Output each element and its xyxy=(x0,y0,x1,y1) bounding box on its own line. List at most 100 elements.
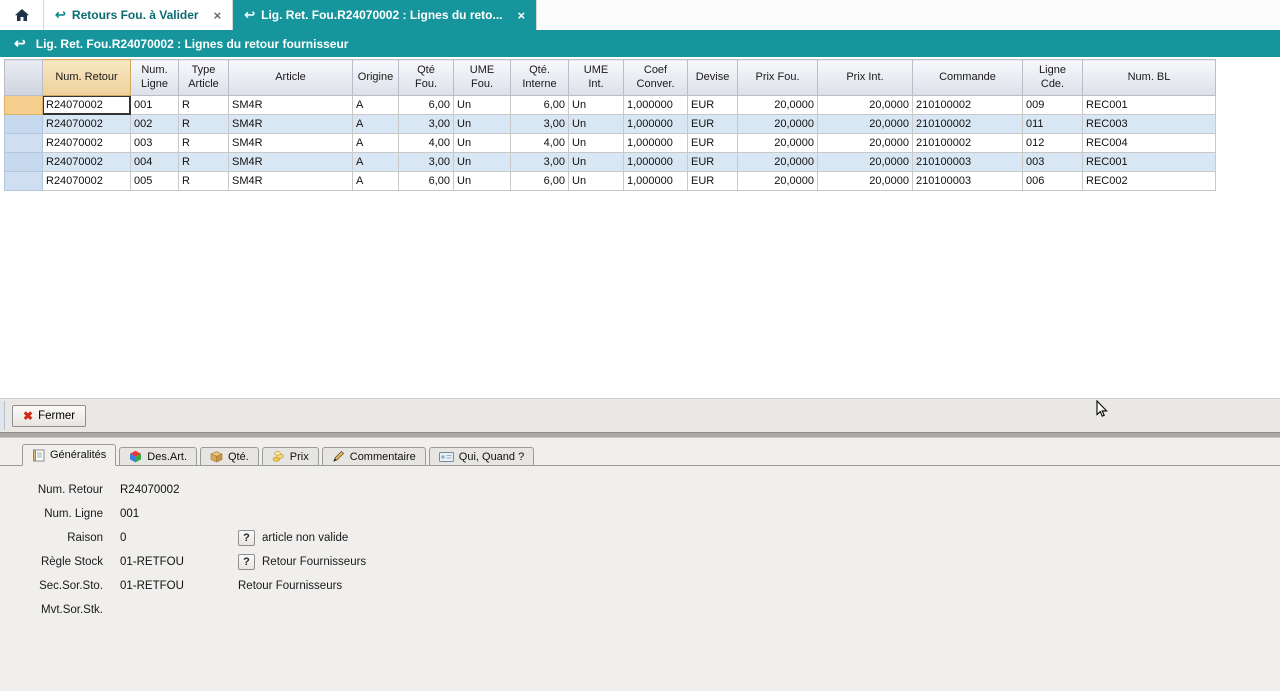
fermer-button[interactable]: ✖ Fermer xyxy=(12,405,86,427)
table-row[interactable]: R24070002004RSM4RA3,00Un3,00Un1,000000EU… xyxy=(5,153,1216,172)
cell[interactable]: A xyxy=(353,153,399,172)
cell[interactable]: SM4R xyxy=(229,153,353,172)
cell[interactable]: 003 xyxy=(131,134,179,153)
cell[interactable]: Un xyxy=(569,134,624,153)
cell[interactable]: 1,000000 xyxy=(624,153,688,172)
cell[interactable]: 3,00 xyxy=(399,153,454,172)
cell[interactable]: REC003 xyxy=(1083,115,1216,134)
cell[interactable]: Un xyxy=(454,96,511,115)
table-row[interactable]: R24070002003RSM4RA4,00Un4,00Un1,000000EU… xyxy=(5,134,1216,153)
row-selector[interactable] xyxy=(5,153,43,172)
cell[interactable]: SM4R xyxy=(229,134,353,153)
cell[interactable]: R24070002 xyxy=(43,115,131,134)
cell[interactable]: 20,0000 xyxy=(738,153,818,172)
cell[interactable]: A xyxy=(353,96,399,115)
cell[interactable]: R24070002 xyxy=(43,172,131,191)
detail-tab-des-art[interactable]: Des.Art. xyxy=(119,447,197,465)
row-selector[interactable] xyxy=(5,115,43,134)
cell[interactable]: REC002 xyxy=(1083,172,1216,191)
cell[interactable]: REC004 xyxy=(1083,134,1216,153)
cell[interactable]: R xyxy=(179,172,229,191)
cell[interactable]: 210100003 xyxy=(913,172,1023,191)
column-header-qt[interactable]: Qté. Interne xyxy=(511,60,569,96)
detail-tab-qt[interactable]: Qté. xyxy=(200,447,259,465)
cell[interactable]: 6,00 xyxy=(399,96,454,115)
cell[interactable]: R xyxy=(179,96,229,115)
cell[interactable]: 20,0000 xyxy=(738,115,818,134)
cell[interactable]: EUR xyxy=(688,172,738,191)
select-all-corner[interactable] xyxy=(5,60,43,96)
cell[interactable]: REC001 xyxy=(1083,96,1216,115)
cell[interactable]: 1,000000 xyxy=(624,172,688,191)
column-header-qt[interactable]: Qté Fou. xyxy=(399,60,454,96)
tab-home[interactable] xyxy=(0,0,44,30)
cell[interactable]: 6,00 xyxy=(399,172,454,191)
cell[interactable]: Un xyxy=(569,153,624,172)
detail-tab-prix[interactable]: Prix xyxy=(262,447,319,465)
cell[interactable]: A xyxy=(353,172,399,191)
cell[interactable]: 20,0000 xyxy=(818,134,913,153)
column-header-origine[interactable]: Origine xyxy=(353,60,399,96)
tab-retours-fou-a-valider[interactable]: ↩ Retours Fou. à Valider × xyxy=(44,0,233,30)
cell[interactable]: R24070002 xyxy=(43,134,131,153)
column-header-num-retour[interactable]: Num. Retour xyxy=(43,60,131,96)
close-icon[interactable]: × xyxy=(214,8,222,23)
row-selector[interactable] xyxy=(5,134,43,153)
column-header-num[interactable]: Num. Ligne xyxy=(131,60,179,96)
cell[interactable]: 009 xyxy=(1023,96,1083,115)
cell[interactable]: R xyxy=(179,153,229,172)
cell[interactable]: 20,0000 xyxy=(818,115,913,134)
cell[interactable]: Un xyxy=(454,153,511,172)
column-header-article[interactable]: Article xyxy=(229,60,353,96)
column-header-commande[interactable]: Commande xyxy=(913,60,1023,96)
cell[interactable]: Un xyxy=(569,96,624,115)
cell[interactable]: 001 xyxy=(131,96,179,115)
cell[interactable]: 6,00 xyxy=(511,96,569,115)
row-selector[interactable] xyxy=(5,96,43,115)
cell[interactable]: 1,000000 xyxy=(624,96,688,115)
cell[interactable]: R xyxy=(179,115,229,134)
help-button[interactable]: ? xyxy=(238,554,255,570)
cell[interactable]: 011 xyxy=(1023,115,1083,134)
column-header-ume[interactable]: UME Int. xyxy=(569,60,624,96)
column-header-prix-fou[interactable]: Prix Fou. xyxy=(738,60,818,96)
cell[interactable]: Un xyxy=(569,172,624,191)
cell[interactable]: 3,00 xyxy=(511,153,569,172)
table-row[interactable]: R24070002001RSM4RA6,00Un6,00Un1,000000EU… xyxy=(5,96,1216,115)
cell[interactable]: A xyxy=(353,115,399,134)
row-selector[interactable] xyxy=(5,172,43,191)
cell[interactable]: 3,00 xyxy=(399,115,454,134)
cell[interactable]: EUR xyxy=(688,134,738,153)
cell[interactable]: 004 xyxy=(131,153,179,172)
column-header-type[interactable]: Type Article xyxy=(179,60,229,96)
cell[interactable]: 002 xyxy=(131,115,179,134)
cell[interactable]: 20,0000 xyxy=(818,153,913,172)
column-header-prix-int[interactable]: Prix Int. xyxy=(818,60,913,96)
column-header-ume[interactable]: UME Fou. xyxy=(454,60,511,96)
column-header-coef[interactable]: Coef Conver. xyxy=(624,60,688,96)
cell[interactable]: 20,0000 xyxy=(738,134,818,153)
cell[interactable]: EUR xyxy=(688,115,738,134)
column-header-ligne[interactable]: Ligne Cde. xyxy=(1023,60,1083,96)
close-icon[interactable]: × xyxy=(518,8,526,23)
tab-lignes-du-retour[interactable]: ↩ Lig. Ret. Fou.R24070002 : Lignes du re… xyxy=(233,0,537,30)
cell[interactable]: 20,0000 xyxy=(738,96,818,115)
cell[interactable]: 20,0000 xyxy=(818,172,913,191)
cell[interactable]: A xyxy=(353,134,399,153)
cell[interactable]: 012 xyxy=(1023,134,1083,153)
cell[interactable]: Un xyxy=(454,115,511,134)
splitter-grip[interactable] xyxy=(0,401,5,430)
cell[interactable]: Un xyxy=(569,115,624,134)
cell[interactable]: 1,000000 xyxy=(624,115,688,134)
cell[interactable]: 4,00 xyxy=(399,134,454,153)
cell[interactable]: Un xyxy=(454,134,511,153)
cell[interactable]: 1,000000 xyxy=(624,134,688,153)
cell[interactable]: 003 xyxy=(1023,153,1083,172)
cell[interactable]: SM4R xyxy=(229,172,353,191)
cell[interactable]: 210100002 xyxy=(913,115,1023,134)
column-header-num-bl[interactable]: Num. BL xyxy=(1083,60,1216,96)
column-header-devise[interactable]: Devise xyxy=(688,60,738,96)
cell[interactable]: Un xyxy=(454,172,511,191)
cell[interactable]: 210100003 xyxy=(913,153,1023,172)
cell[interactable]: 4,00 xyxy=(511,134,569,153)
